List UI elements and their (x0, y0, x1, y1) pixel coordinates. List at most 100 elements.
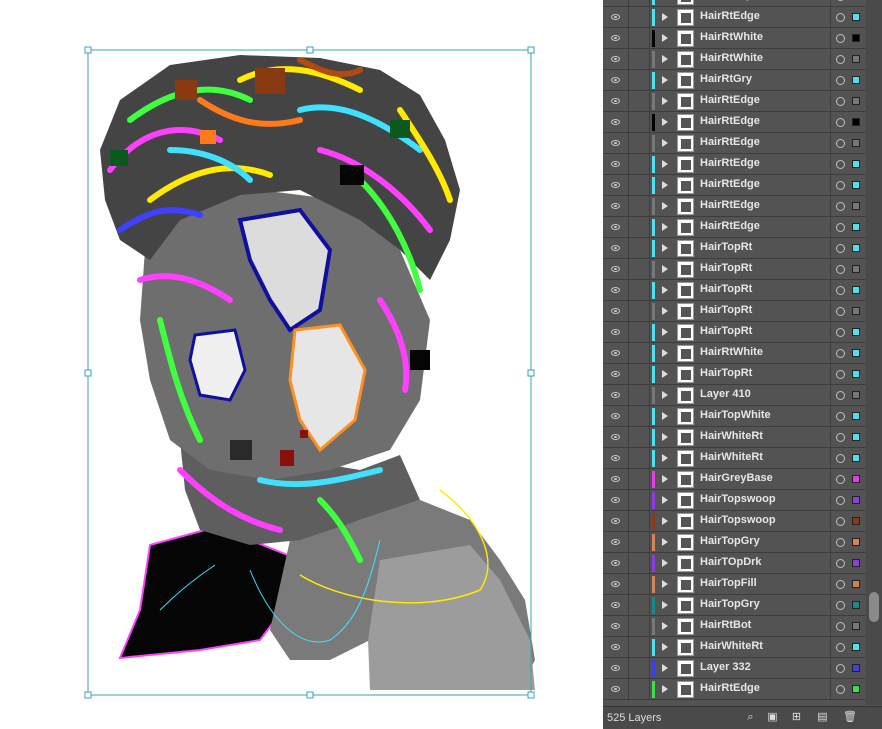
disclosure-triangle-icon[interactable] (662, 349, 668, 357)
lock-toggle[interactable] (629, 595, 650, 615)
disclosure-triangle-icon[interactable] (662, 328, 668, 336)
visibility-toggle[interactable] (605, 91, 629, 111)
target-circle-icon[interactable] (836, 97, 845, 106)
disclosure-triangle-icon[interactable] (662, 307, 668, 315)
target-circle-icon[interactable] (836, 601, 845, 610)
layer-name[interactable]: HairRtGry (700, 0, 752, 1)
visibility-toggle[interactable] (605, 175, 629, 195)
layers-scrollbar-thumb[interactable] (869, 592, 879, 622)
visibility-toggle[interactable] (605, 616, 629, 636)
disclosure-triangle-icon[interactable] (662, 139, 668, 147)
layer-name[interactable]: HairRtWhite (700, 346, 763, 358)
lock-toggle[interactable] (629, 553, 650, 573)
visibility-toggle[interactable] (605, 28, 629, 48)
visibility-toggle[interactable] (605, 658, 629, 678)
visibility-toggle[interactable] (605, 511, 629, 531)
lock-toggle[interactable] (629, 637, 650, 657)
target-circle-icon[interactable] (836, 664, 845, 673)
visibility-toggle[interactable] (605, 595, 629, 615)
layer-row[interactable]: HairRtWhite (603, 49, 882, 70)
selection-indicator[interactable] (852, 517, 860, 525)
layer-name[interactable]: HairTopGry (700, 535, 760, 547)
layer-name[interactable]: HairRtBot (700, 619, 751, 631)
lock-toggle[interactable] (629, 343, 650, 363)
lock-toggle[interactable] (629, 70, 650, 90)
selection-indicator[interactable] (852, 538, 860, 546)
disclosure-triangle-icon[interactable] (662, 55, 668, 63)
layer-name[interactable]: HairTOpDrk (700, 556, 762, 568)
selection-indicator[interactable] (852, 475, 860, 483)
layer-name[interactable]: HairRtGry (700, 73, 752, 85)
disclosure-triangle-icon[interactable] (662, 244, 668, 252)
selection-indicator[interactable] (852, 622, 860, 630)
lock-toggle[interactable] (629, 322, 650, 342)
layer-row[interactable]: HairTopswoop (603, 511, 882, 532)
target-circle-icon[interactable] (836, 580, 845, 589)
target-circle-icon[interactable] (836, 517, 845, 526)
layer-row[interactable]: HairTOpDrk (603, 553, 882, 574)
target-circle-icon[interactable] (836, 685, 845, 694)
disclosure-triangle-icon[interactable] (662, 454, 668, 462)
selection-indicator[interactable] (852, 97, 860, 105)
target-circle-icon[interactable] (836, 307, 845, 316)
target-circle-icon[interactable] (836, 433, 845, 442)
visibility-toggle[interactable] (605, 238, 629, 258)
layer-name[interactable]: HairRtEdge (700, 94, 760, 106)
visibility-toggle[interactable] (605, 532, 629, 552)
layer-row[interactable]: HairRtWhite (603, 28, 882, 49)
disclosure-triangle-icon[interactable] (662, 118, 668, 126)
selection-indicator[interactable] (852, 664, 860, 672)
lock-toggle[interactable] (629, 217, 650, 237)
lock-toggle[interactable] (629, 280, 650, 300)
layer-row[interactable]: HairGreyBase (603, 469, 882, 490)
disclosure-triangle-icon[interactable] (662, 97, 668, 105)
visibility-toggle[interactable] (605, 469, 629, 489)
target-circle-icon[interactable] (836, 244, 845, 253)
delete-icon[interactable]: 🗑 (843, 711, 857, 724)
selection-indicator[interactable] (852, 244, 860, 252)
layer-name[interactable]: HairTopRt (700, 241, 752, 253)
layer-row[interactable]: HairTopGry (603, 595, 882, 616)
selection-indicator[interactable] (852, 412, 860, 420)
layer-name[interactable]: HairRtEdge (700, 178, 760, 190)
layer-row[interactable]: HairTopRt (603, 280, 882, 301)
disclosure-triangle-icon[interactable] (662, 265, 668, 273)
layer-row[interactable]: HairTopswoop (603, 490, 882, 511)
disclosure-triangle-icon[interactable] (662, 517, 668, 525)
layer-name[interactable]: HairTopRt (700, 262, 752, 274)
layer-row[interactable]: HairRtWhite (603, 343, 882, 364)
visibility-toggle[interactable] (605, 490, 629, 510)
target-circle-icon[interactable] (836, 559, 845, 568)
disclosure-triangle-icon[interactable] (662, 76, 668, 84)
layer-row[interactable]: HairTopWhite (603, 406, 882, 427)
selection-indicator[interactable] (852, 643, 860, 651)
layer-row[interactable]: HairRtEdge (603, 196, 882, 217)
disclosure-triangle-icon[interactable] (662, 664, 668, 672)
target-circle-icon[interactable] (836, 286, 845, 295)
target-circle-icon[interactable] (836, 13, 845, 22)
lock-toggle[interactable] (629, 91, 650, 111)
selection-indicator[interactable] (852, 223, 860, 231)
lock-toggle[interactable] (629, 448, 650, 468)
layer-name[interactable]: HairWhiteRt (700, 451, 763, 463)
layer-name[interactable]: HairTopRt (700, 283, 752, 295)
visibility-toggle[interactable] (605, 637, 629, 657)
target-circle-icon[interactable] (836, 160, 845, 169)
target-circle-icon[interactable] (836, 223, 845, 232)
selection-indicator[interactable] (852, 328, 860, 336)
lock-toggle[interactable] (629, 238, 650, 258)
selection-indicator[interactable] (852, 454, 860, 462)
selection-indicator[interactable] (852, 433, 860, 441)
visibility-toggle[interactable] (605, 154, 629, 174)
visibility-toggle[interactable] (605, 343, 629, 363)
layer-name[interactable]: HairRtEdge (700, 136, 760, 148)
visibility-toggle[interactable] (605, 448, 629, 468)
lock-toggle[interactable] (629, 511, 650, 531)
disclosure-triangle-icon[interactable] (662, 685, 668, 693)
layer-name[interactable]: HairTopRt (700, 304, 752, 316)
layer-row[interactable]: HairRtGry (603, 0, 882, 7)
disclosure-triangle-icon[interactable] (662, 559, 668, 567)
layer-row[interactable]: Layer 410 (603, 385, 882, 406)
visibility-toggle[interactable] (605, 301, 629, 321)
visibility-toggle[interactable] (605, 112, 629, 132)
